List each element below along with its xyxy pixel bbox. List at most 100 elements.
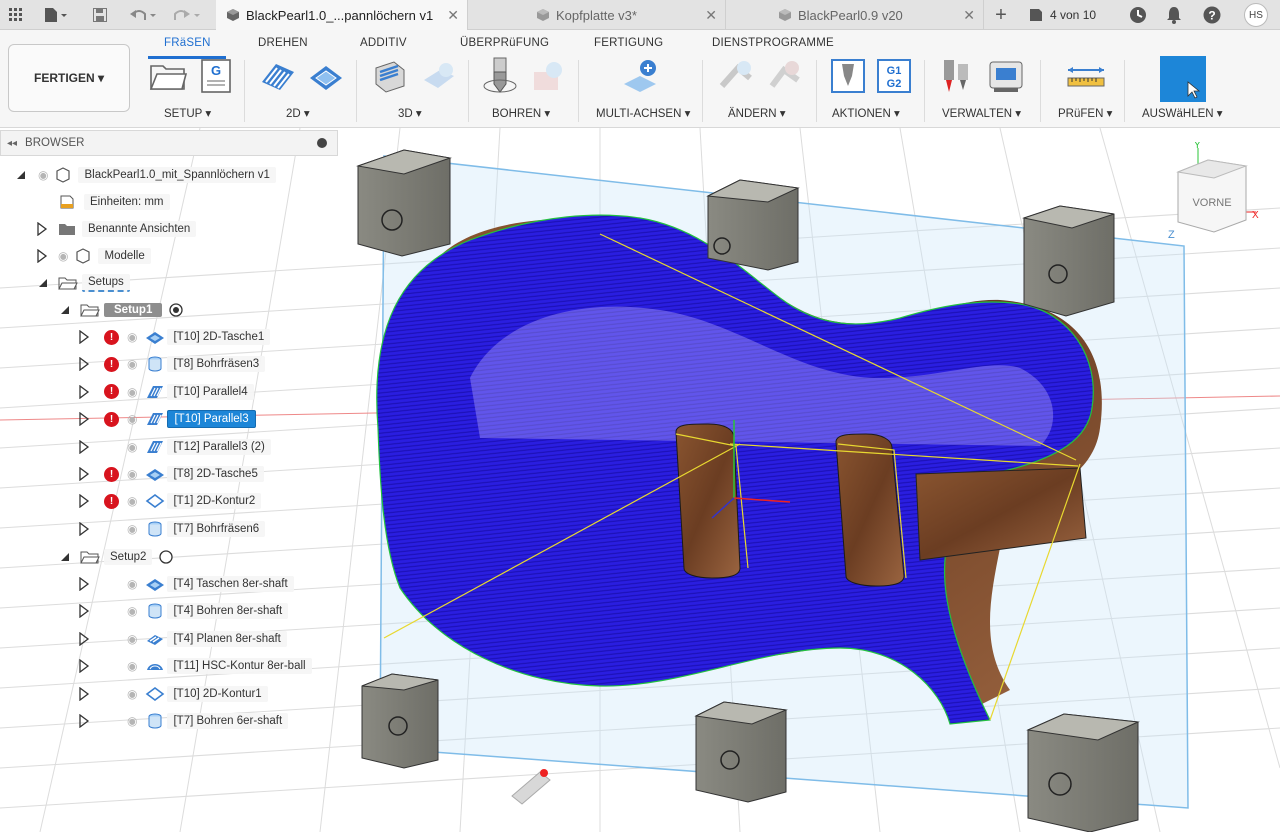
operation-row[interactable]: ! ◉ [T10] 2D-Tasche1 [78,326,271,348]
tab-fertigung[interactable]: FERTIGUNG [594,37,663,49]
visibility-icon[interactable]: ◉ [127,412,137,426]
setup-folder-icon[interactable] [148,56,188,96]
modify-clean-disabled-icon[interactable] [764,56,804,96]
collapsed-arrow-icon[interactable] [78,412,90,427]
close-tab-icon[interactable]: ✕ [447,7,459,24]
inactive-setup-radio-icon[interactable] [158,549,174,565]
collapse-panel-icon[interactable]: ◂◂ [7,138,17,149]
group-3d[interactable]: 3D ▾ [398,106,422,120]
expanded-arrow-icon[interactable] [58,303,72,317]
group-multi-achsen[interactable]: MULTI-ACHSEN ▾ [596,106,690,120]
tab-dienstprogramme[interactable]: DIENSTPROGRAMME [712,37,834,49]
visibility-icon[interactable]: ◉ [38,168,48,182]
2d-pocket-icon[interactable] [306,56,346,96]
visibility-icon[interactable]: ◉ [127,385,137,399]
collapsed-arrow-icon[interactable] [78,357,90,372]
operation-row[interactable]: ◉ [T7] Bohren 6er-shaft [78,710,289,732]
tab-ueberpruefung[interactable]: ÜBERPRüFUNG [460,37,549,49]
tab-kopfplatte[interactable]: Kopfplatte v3* ✕ [470,0,726,30]
tree-root[interactable]: ◉ BlackPearl1.0_mit_Spannlöchern v1 [14,164,276,186]
operation-row[interactable]: ◉ [T4] Taschen 8er-shaft [78,573,294,595]
workspace-switcher[interactable]: FERTIGEN ▾ [8,44,130,112]
tab-fraesen[interactable]: FRäSEN [164,37,211,49]
close-tab-icon[interactable]: ✕ [705,7,717,24]
expanded-arrow-icon[interactable] [14,168,28,182]
notification-bell-icon[interactable] [1164,5,1184,25]
operation-row[interactable]: ◉ [T7] Bohrfräsen6 [78,518,266,540]
visibility-icon[interactable]: ◉ [127,494,137,508]
undo-icon[interactable] [126,5,160,25]
collapsed-arrow-icon[interactable] [78,467,90,481]
expanded-arrow-icon[interactable] [58,550,72,564]
operation-row[interactable]: ◉ [T12] Parallel3 (2) [78,436,271,458]
tab-blackpearl09[interactable]: BlackPearl0.9 v20 ✕ [728,0,984,30]
operation-row[interactable]: ! ◉ [T8] Bohrfräsen3 [78,353,266,375]
visibility-icon[interactable]: ◉ [127,687,137,701]
setups-node[interactable]: Setups [36,272,130,294]
drill-icon[interactable] [480,56,520,96]
collapsed-arrow-icon[interactable] [36,222,48,236]
collapsed-arrow-icon[interactable] [78,494,90,509]
hole-recognition-disabled-icon[interactable] [528,56,568,96]
close-tab-icon[interactable]: ✕ [963,7,975,24]
group-auswaehlen[interactable]: AUSWäHLEN ▾ [1142,106,1223,120]
user-avatar[interactable]: HS [1244,0,1268,30]
group-pruefen[interactable]: PRüFEN ▾ [1058,106,1112,120]
post-process-icon[interactable]: G1 G2 [874,56,914,96]
save-icon[interactable] [90,5,110,25]
visibility-icon[interactable]: ◉ [127,659,137,673]
2d-adaptive-icon[interactable] [258,56,298,96]
collapsed-arrow-icon[interactable] [78,577,90,591]
expanded-arrow-icon[interactable] [36,276,50,290]
3d-adaptive-icon[interactable] [370,56,410,96]
tab-document-active[interactable]: BlackPearl1.0_...pannlöchern v1 ✕ [216,0,468,30]
named-views-node[interactable]: Benannte Ansichten [36,218,197,240]
collapsed-arrow-icon[interactable] [36,249,48,263]
operation-row[interactable]: ! ◉ [T10] Parallel3 [78,408,256,430]
visibility-icon[interactable]: ◉ [127,330,137,344]
collapsed-arrow-icon[interactable] [78,604,90,619]
collapsed-arrow-icon[interactable] [78,631,90,646]
visibility-icon[interactable]: ◉ [127,577,137,591]
operation-row[interactable]: ! ◉ [T10] Parallel4 [78,381,254,403]
tab-additiv[interactable]: ADDITIV [360,37,407,49]
select-icon[interactable] [1160,56,1206,102]
operation-row[interactable]: ! ◉ [T1] 2D-Kontur2 [78,490,262,512]
setup2-node[interactable]: Setup2 [58,546,174,568]
modify-trim-disabled-icon[interactable] [716,56,756,96]
file-menu-icon[interactable] [38,5,72,25]
document-counter[interactable]: 4 von 10 [1028,0,1096,30]
group-verwalten[interactable]: VERWALTEN ▾ [942,106,1021,120]
multi-axis-icon[interactable] [620,56,660,96]
visibility-icon[interactable]: ◉ [127,522,137,536]
viewcube[interactable]: VORNE X Y Z [1168,140,1268,242]
units-node[interactable]: Einheiten: mm [58,191,170,213]
group-setup[interactable]: SETUP ▾ [164,106,211,120]
pin-icon[interactable] [317,138,327,148]
error-icon[interactable]: ! [104,356,119,372]
tool-library-icon[interactable] [938,56,978,96]
group-aendern[interactable]: ÄNDERN ▾ [728,106,786,120]
visibility-icon[interactable]: ◉ [127,467,137,481]
3d-pocket-disabled-icon[interactable] [418,56,458,96]
collapsed-arrow-icon[interactable] [78,659,90,674]
visibility-icon[interactable]: ◉ [127,440,137,454]
group-bohren[interactable]: BOHREN ▾ [492,106,550,120]
app-grid-icon[interactable] [6,5,26,25]
tab-drehen[interactable]: DREHEN [258,37,308,49]
visibility-icon[interactable]: ◉ [127,604,137,618]
error-icon[interactable]: ! [104,493,119,509]
measure-icon[interactable] [1066,56,1106,96]
error-icon[interactable]: ! [104,411,119,427]
operation-row[interactable]: ◉ [T4] Bohren 8er-shaft [78,600,289,622]
visibility-icon[interactable]: ◉ [127,357,137,371]
collapsed-arrow-icon[interactable] [78,521,90,536]
error-icon[interactable]: ! [104,384,119,400]
operation-row[interactable]: ◉ [T4] Planen 8er-shaft [78,628,287,650]
simulate-icon[interactable] [828,56,868,96]
collapsed-arrow-icon[interactable] [78,330,90,344]
help-icon[interactable]: ? [1202,5,1222,25]
operation-row[interactable]: ◉ [T10] 2D-Kontur1 [78,683,268,705]
models-node[interactable]: ◉ Modelle [36,245,151,267]
job-status-icon[interactable] [1128,5,1148,25]
